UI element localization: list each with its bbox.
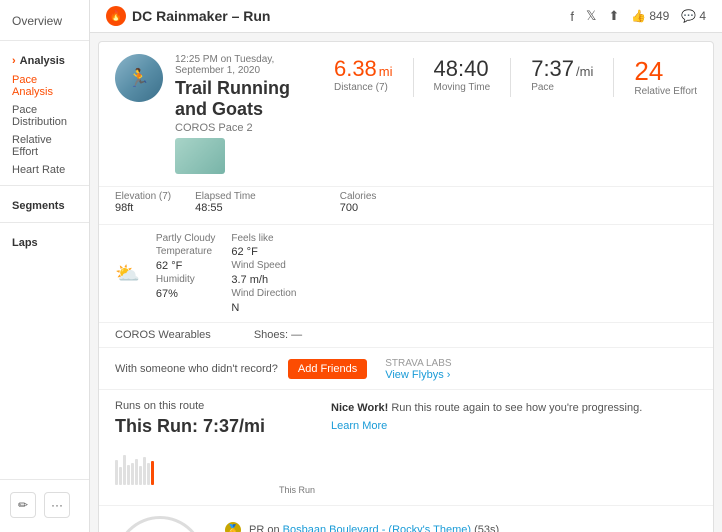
page-title: 🔥 DC Rainmaker – Run [106,6,270,26]
comment-icon: 💬 [681,9,696,23]
activity-timestamp: 12:25 PM on Tuesday, September 1, 2020 [175,54,322,76]
more-options-icon[interactable]: ··· [44,492,70,518]
route-label: Runs on this route [115,400,315,412]
sidebar-sub-pace-analysis[interactable]: Pace Analysis [0,71,89,101]
route-right: Nice Work! Run this route again to see h… [331,400,697,495]
results-list: 🥇 PR on Bosbaan Boulevard - (Rocky's The… [225,516,697,532]
moving-time-label: Moving Time [434,82,491,93]
feels-like-value: 62 °F [231,246,296,258]
friends-row: With someone who didn't record? Add Frie… [99,348,713,390]
sidebar-item-overview[interactable]: Overview [0,8,89,34]
friends-prompt: With someone who didn't record? [115,363,278,375]
route-left: Runs on this route This Run: 7:37/mi [115,400,315,495]
elevation-stat: Elevation (7) 98ft [115,191,171,214]
main-content: 🔥 DC Rainmaker – Run f 𝕏 ⬆ 👍 849 💬 4 [90,0,722,532]
humidity-label: Humidity [156,274,215,286]
wind-dir-value: N [231,302,296,314]
comment-btn[interactable]: 💬 4 [681,9,706,23]
result-pr-link[interactable]: Bosbaan Boulevard - (Rocky's Theme) [283,524,471,532]
distance-value: 6.38 [334,58,377,80]
elapsed-time-value: 48:55 [195,202,256,214]
calories-label: Calories [340,191,377,202]
this-run-label: This Run [115,485,315,495]
share-btn[interactable]: ⬆ [608,8,619,24]
humidity-value: 67% [156,288,215,300]
sidebar-sub-pace-dist[interactable]: Pace Distribution [0,101,89,131]
gold-medal-icon: 🥇 [225,522,241,532]
distance-unit: mi [379,64,393,79]
learn-more-link[interactable]: Learn More [331,420,387,432]
wind-dir-label: Wind Direction [231,288,296,300]
wind-speed-value: 3.7 m/h [231,274,296,286]
elapsed-time-label: Elapsed Time [195,191,256,202]
stat-pace: 7:37 /mi Pace [531,58,593,93]
pace-value: 7:37 [531,58,574,80]
header-actions: f 𝕏 ⬆ 👍 849 💬 4 [570,8,706,24]
weather-description-label: Partly Cloudy [156,233,215,244]
strava-icon: 🔥 [106,6,126,26]
kudos-btn[interactable]: 👍 849 [631,9,669,23]
twitter-share[interactable]: 𝕏 [586,8,596,24]
activity-title[interactable]: Trail Running and Goats [175,78,322,120]
temp-label: Temperature [156,246,215,258]
calories-value: 700 [340,202,377,214]
sidebar-section-analysis: ›Analysis [0,47,89,71]
kudos-count: 849 [649,9,669,23]
result-pr-text: PR on Bosbaan Boulevard - (Rocky's Theme… [249,524,499,532]
elevation-value: 98ft [115,202,171,214]
weather-row: ⛅ Partly Cloudy Feels like Temperature 6… [99,225,713,323]
moving-time-value: 48:40 [434,58,491,80]
pace-label: Pace [531,82,593,93]
temp-value: 62 °F [156,260,215,272]
relative-effort-value: 24 [634,58,697,84]
calories-stat: Calories 700 [340,191,377,214]
add-friends-button[interactable]: Add Friends [288,359,367,379]
elapsed-time-stat: Elapsed Time 48:55 [195,191,256,214]
relative-effort-label: Relative Effort [634,86,697,97]
sidebar-sub-relative-effort[interactable]: Relative Effort [0,131,89,161]
pace-unit: /mi [576,64,593,79]
secondary-stats: Elevation (7) 98ft Elapsed Time 48:55 Ca… [99,187,713,225]
sidebar-sub-heart-rate[interactable]: Heart Rate [0,161,89,179]
weather-grid: Partly Cloudy Feels like Temperature 62 … [156,233,297,314]
thumbs-up-icon: 👍 [631,9,646,23]
sidebar-section-segments: Segments [0,192,89,216]
activity-card: 🏃 12:25 PM on Tuesday, September 1, 2020… [98,41,714,532]
weather-icon: ⛅ [115,261,140,286]
stat-distance: 6.38 mi Distance (7) [334,58,393,93]
top-results-section: TOP RESULTS 🥇 PR on Bosbaan Boulevard - … [99,506,713,532]
feels-like-label: Feels like [231,233,296,244]
gear-shoes: Shoes: — [254,329,302,341]
wind-speed-label: Wind Speed [231,260,296,272]
comment-count: 4 [699,9,706,23]
avatar: 🏃 [115,54,163,102]
sidebar-section-laps: Laps [0,229,89,253]
stat-moving-time: 48:40 Moving Time [434,58,491,93]
view-flybys-link[interactable]: View Flybys › [385,369,450,381]
gear-row: COROS Wearables Shoes: — [99,323,713,348]
edit-icon[interactable]: ✏ [10,492,36,518]
activity-header: 🏃 12:25 PM on Tuesday, September 1, 2020… [99,42,713,187]
route-section: Runs on this route This Run: 7:37/mi [99,390,713,506]
activity-info: 12:25 PM on Tuesday, September 1, 2020 T… [175,54,322,174]
gear-device: COROS Wearables [115,329,211,341]
sidebar: Overview ›Analysis Pace Analysis Pace Di… [0,0,90,532]
facebook-share[interactable]: f [570,9,574,24]
top-results-circle: TOP RESULTS [115,516,205,532]
activity-device: COROS Pace 2 [175,122,322,134]
route-pace: This Run: 7:37/mi [115,416,315,437]
header-bar: 🔥 DC Rainmaker – Run f 𝕏 ⬆ 👍 849 💬 4 [90,0,722,33]
strava-labs-label: STRAVA LABS [385,358,451,369]
activity-thumbnail [175,138,225,174]
elevation-label: Elevation (7) [115,191,171,202]
distance-label: Distance (7) [334,82,393,93]
result-item-pr: 🥇 PR on Bosbaan Boulevard - (Rocky's The… [225,522,697,532]
stat-relative-effort: 24 Relative Effort [634,58,697,97]
